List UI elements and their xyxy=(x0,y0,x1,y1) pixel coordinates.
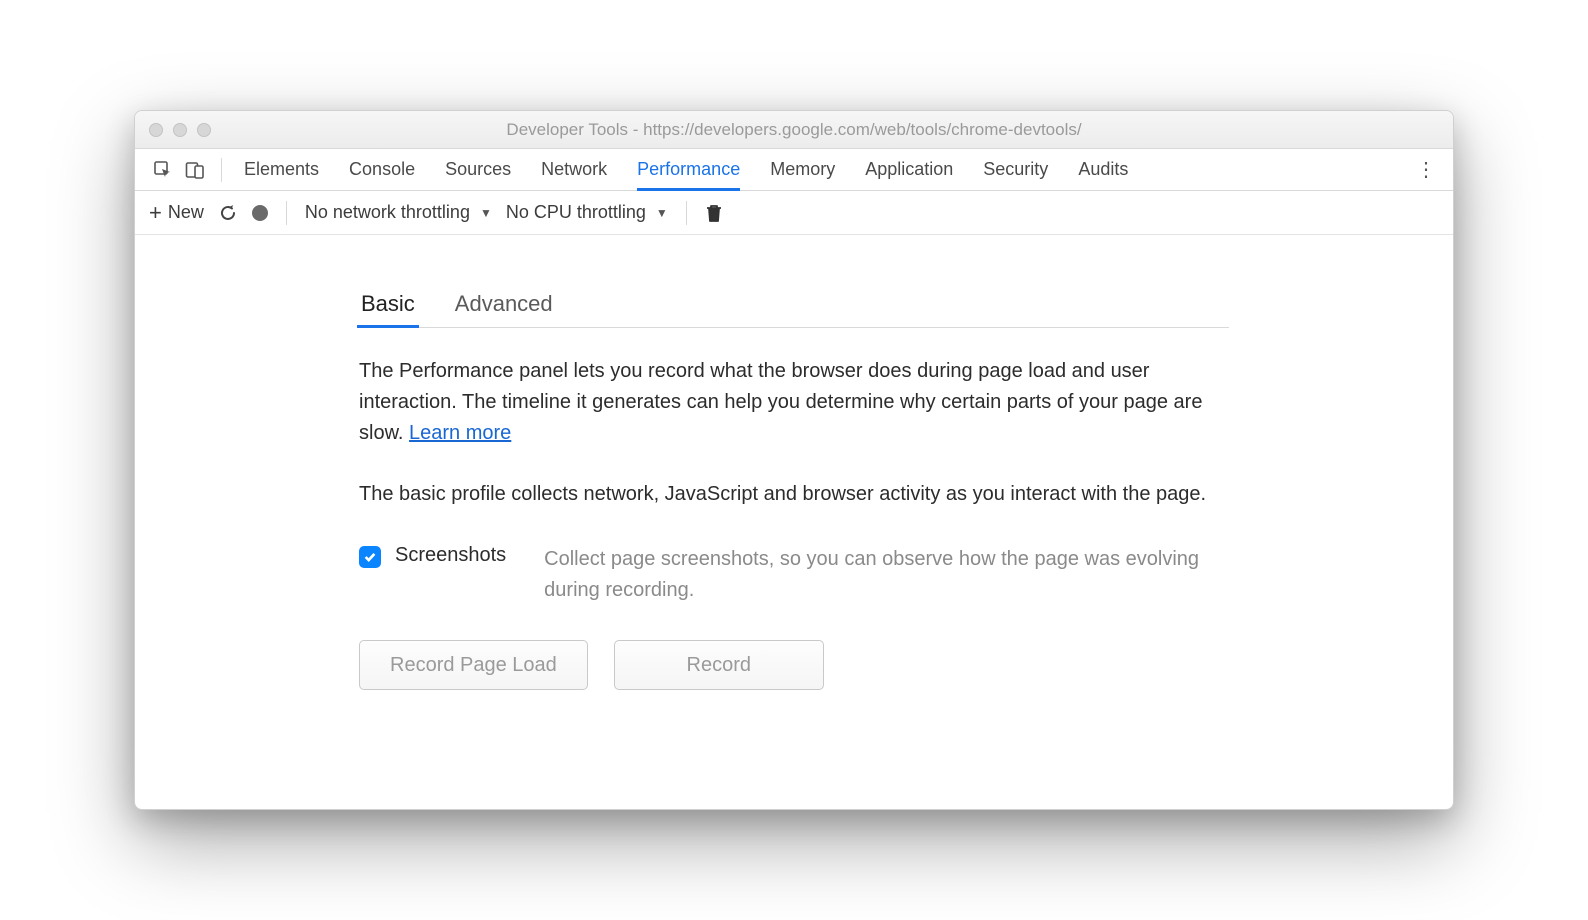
main-tabbar: Elements Console Sources Network Perform… xyxy=(135,149,1453,191)
traffic-lights xyxy=(149,123,211,137)
reload-record-icon[interactable] xyxy=(218,203,238,223)
device-toolbar-icon[interactable] xyxy=(179,154,211,186)
plus-icon: + xyxy=(149,202,162,224)
tab-security[interactable]: Security xyxy=(983,149,1048,190)
network-throttling-dropdown[interactable]: No network throttling ▼ xyxy=(305,202,492,223)
record-page-load-button[interactable]: Record Page Load xyxy=(359,640,588,690)
chevron-down-icon: ▼ xyxy=(480,206,492,220)
separator xyxy=(286,201,287,225)
tab-elements[interactable]: Elements xyxy=(244,149,319,190)
screenshots-description: Collect page screenshots, so you can obs… xyxy=(544,544,1229,606)
screenshots-option: Screenshots Collect page screenshots, so… xyxy=(359,544,1229,606)
tab-memory[interactable]: Memory xyxy=(770,149,835,190)
minimize-window-icon[interactable] xyxy=(173,123,187,137)
clear-recordings-icon[interactable] xyxy=(705,203,723,223)
new-label: New xyxy=(168,202,204,223)
window-title: Developer Tools - https://developers.goo… xyxy=(135,120,1453,140)
tab-audits[interactable]: Audits xyxy=(1078,149,1128,190)
tab-performance[interactable]: Performance xyxy=(637,149,740,190)
tabs: Elements Console Sources Network Perform… xyxy=(244,149,1128,190)
basic-profile-description: The basic profile collects network, Java… xyxy=(359,479,1229,510)
more-menu-icon[interactable]: ⋮ xyxy=(1411,157,1441,182)
zoom-window-icon[interactable] xyxy=(197,123,211,137)
devtools-window: Developer Tools - https://developers.goo… xyxy=(134,110,1454,810)
screenshots-label: Screenshots xyxy=(395,544,506,567)
subtab-advanced[interactable]: Advanced xyxy=(453,291,555,327)
separator xyxy=(686,201,687,225)
titlebar: Developer Tools - https://developers.goo… xyxy=(135,111,1453,149)
learn-more-link[interactable]: Learn more xyxy=(409,422,511,444)
subtab-basic[interactable]: Basic xyxy=(359,291,417,327)
panel-description: The Performance panel lets you record wh… xyxy=(359,356,1229,449)
chevron-down-icon: ▼ xyxy=(656,206,668,220)
separator xyxy=(221,158,222,182)
cpu-throttling-dropdown[interactable]: No CPU throttling ▼ xyxy=(506,202,668,223)
new-recording-button[interactable]: + New xyxy=(149,202,204,224)
inspect-element-icon[interactable] xyxy=(147,154,179,186)
tab-application[interactable]: Application xyxy=(865,149,953,190)
action-buttons: Record Page Load Record xyxy=(359,640,1229,690)
tab-network[interactable]: Network xyxy=(541,149,607,190)
performance-landing-panel: Basic Advanced The Performance panel let… xyxy=(359,291,1229,809)
tab-console[interactable]: Console xyxy=(349,149,415,190)
network-throttling-value: No network throttling xyxy=(305,202,470,223)
subtabs: Basic Advanced xyxy=(359,291,1229,328)
tab-sources[interactable]: Sources xyxy=(445,149,511,190)
performance-toolbar: + New No network throttling ▼ No CPU thr… xyxy=(135,191,1453,235)
cpu-throttling-value: No CPU throttling xyxy=(506,202,646,223)
record-button[interactable]: Record xyxy=(614,640,824,690)
content-area: Basic Advanced The Performance panel let… xyxy=(135,235,1453,809)
close-window-icon[interactable] xyxy=(149,123,163,137)
check-icon xyxy=(363,550,377,564)
screenshots-checkbox[interactable] xyxy=(359,546,381,568)
record-status-icon[interactable] xyxy=(252,205,268,221)
